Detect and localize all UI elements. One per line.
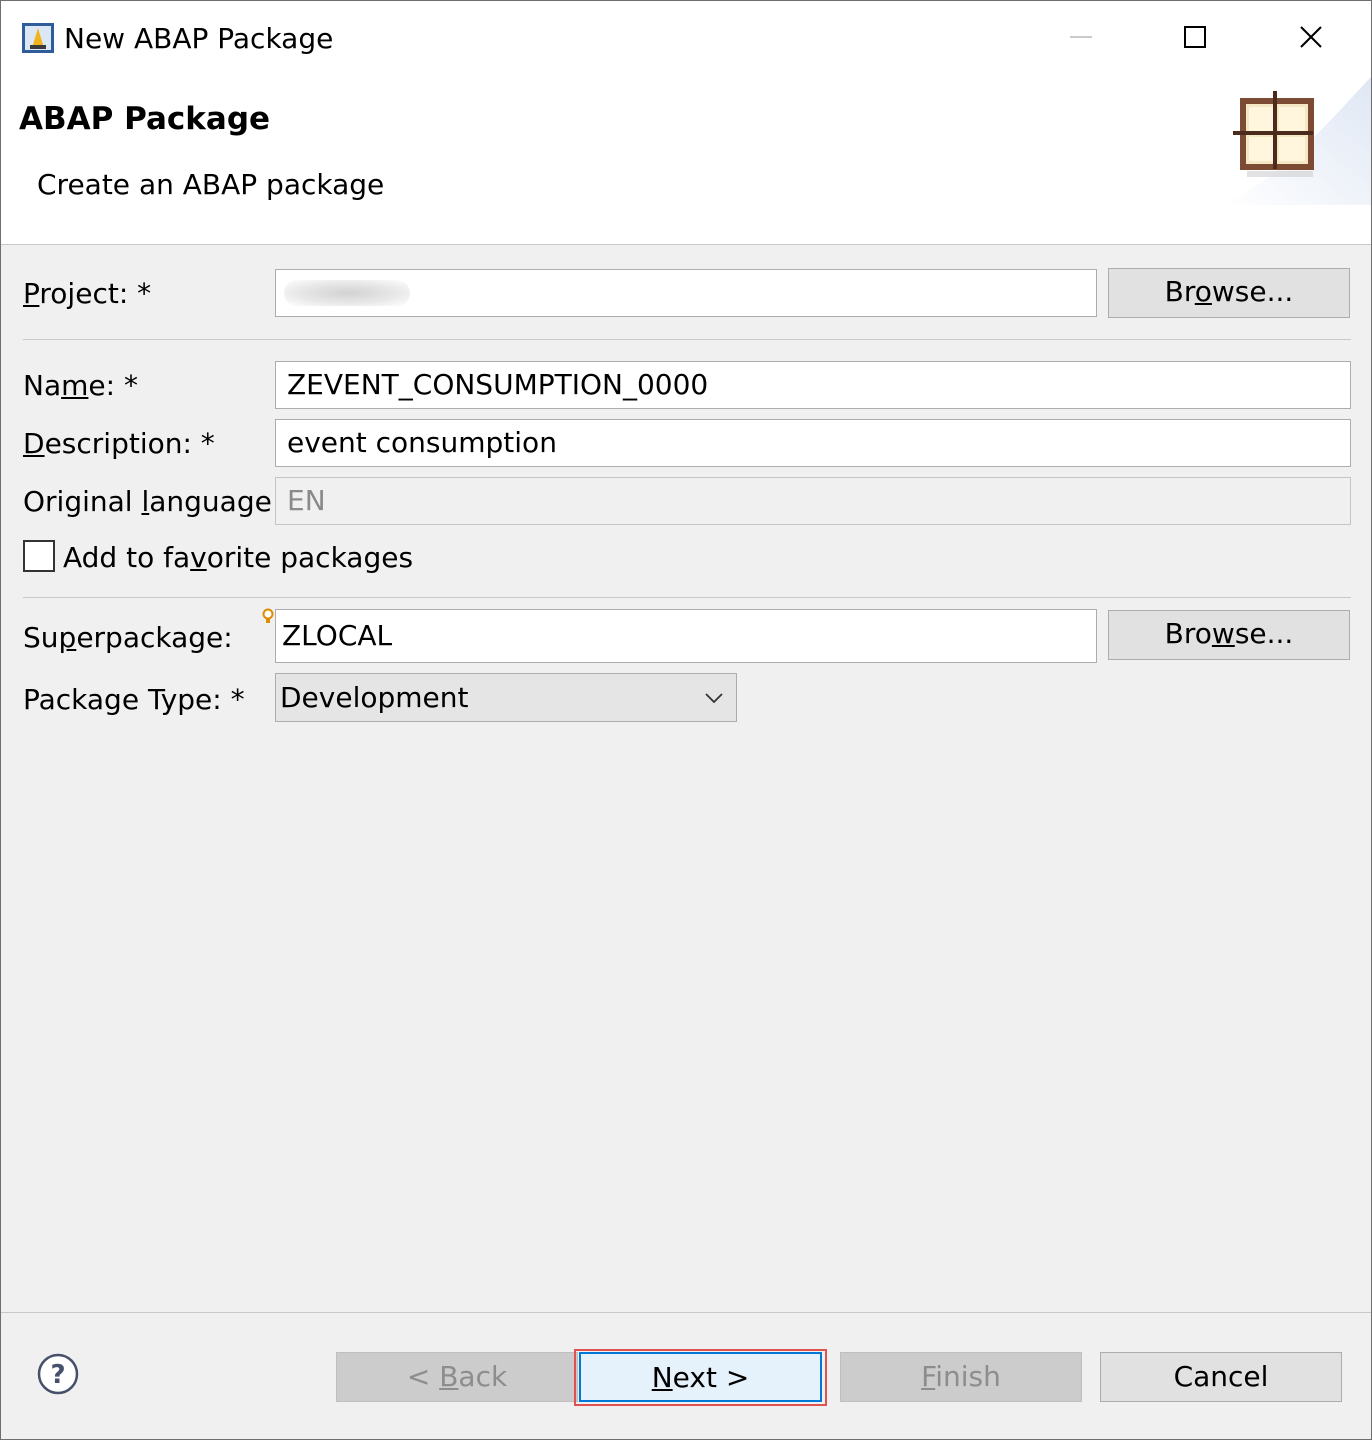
wizard-header: ABAP Package Create an ABAP package xyxy=(1,77,1371,245)
redacted-project-value xyxy=(284,280,410,306)
minimize-icon xyxy=(1070,36,1092,38)
help-icon[interactable]: ? xyxy=(37,1353,79,1395)
close-button[interactable] xyxy=(1253,1,1369,73)
package-type-label: Package Type: * xyxy=(23,683,245,716)
original-language-label: Original language: xyxy=(23,485,282,518)
separator xyxy=(23,339,1351,340)
package-icon xyxy=(1223,77,1371,205)
project-label: Project: * xyxy=(23,277,152,310)
package-type-select[interactable]: Development xyxy=(275,673,737,722)
superpackage-label: Superpackage: xyxy=(23,621,233,654)
add-to-favorites-label[interactable]: Add to favorite packages xyxy=(63,540,413,576)
close-icon xyxy=(1300,26,1322,48)
footer-separator xyxy=(1,1312,1371,1313)
project-browse-button[interactable]: Browse... xyxy=(1108,268,1350,318)
maximize-icon xyxy=(1184,26,1206,48)
finish-button[interactable]: Finish xyxy=(840,1352,1082,1402)
name-label: Name: * xyxy=(23,369,138,402)
superpackage-input[interactable]: ZLOCAL xyxy=(275,609,1097,663)
project-input[interactable] xyxy=(275,269,1097,317)
maximize-button[interactable] xyxy=(1137,1,1253,73)
description-input[interactable]: event consumption xyxy=(275,419,1351,467)
eclipse-app-icon xyxy=(22,23,54,53)
next-button-highlight xyxy=(574,1349,827,1406)
window-title: New ABAP Package xyxy=(64,22,334,55)
title-bar: New ABAP Package xyxy=(1,1,1371,77)
package-type-value: Development xyxy=(280,681,469,714)
add-to-favorites-checkbox[interactable] xyxy=(23,540,55,572)
wizard-title: ABAP Package xyxy=(19,101,271,137)
name-input[interactable]: ZEVENT_CONSUMPTION_0000 xyxy=(275,361,1351,409)
original-language-input: EN xyxy=(275,477,1351,525)
separator xyxy=(23,597,1351,598)
minimize-button[interactable] xyxy=(1023,1,1139,73)
new-abap-package-dialog: New ABAP Package ABAP Package Create an … xyxy=(0,0,1372,1440)
wizard-description: Create an ABAP package xyxy=(37,168,385,201)
chevron-down-icon xyxy=(705,693,723,704)
description-label: Description: * xyxy=(23,427,215,460)
back-button[interactable]: < Back xyxy=(336,1352,578,1402)
cancel-button[interactable]: Cancel xyxy=(1100,1352,1342,1402)
content-assist-bulb-icon xyxy=(262,608,274,623)
superpackage-browse-button[interactable]: Browse... xyxy=(1108,610,1350,660)
svg-text:?: ? xyxy=(50,1360,65,1390)
